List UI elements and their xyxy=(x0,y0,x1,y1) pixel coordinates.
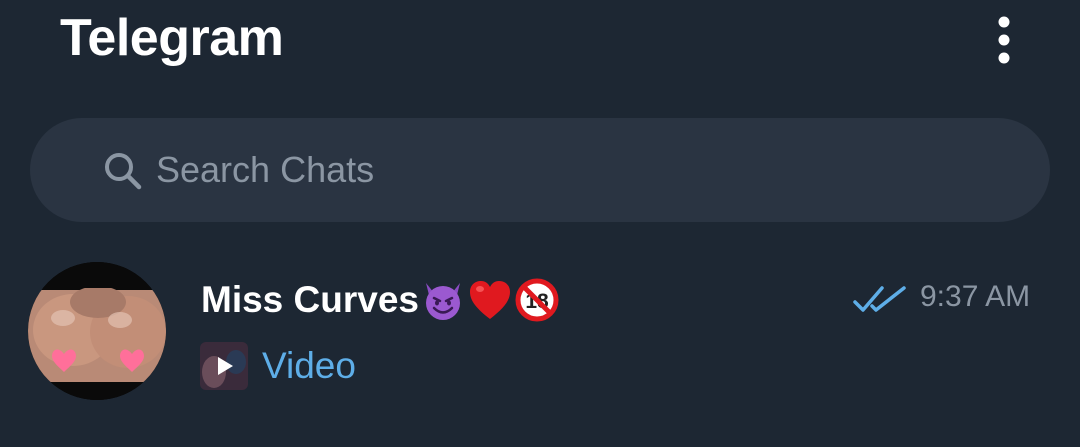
red-heart-icon xyxy=(470,281,510,319)
more-vertical-icon xyxy=(998,16,1010,64)
message-preview: Video xyxy=(200,342,356,390)
no-one-under-eighteen-icon: 18 xyxy=(515,278,559,322)
smiling-face-with-horns-icon xyxy=(426,283,460,320)
search-icon xyxy=(105,153,142,190)
preview-text: Video xyxy=(262,345,356,386)
avatar-image xyxy=(28,262,166,400)
message-time: 9:37 AM xyxy=(920,280,1031,313)
more-options-button[interactable] xyxy=(976,10,1032,70)
chat-title: Miss Curves 18 xyxy=(201,274,560,326)
search-bar[interactable] xyxy=(30,118,1050,222)
double-check-icon xyxy=(853,286,906,312)
chat-list-item[interactable]: Miss Curves 18 xyxy=(0,252,1080,412)
play-icon xyxy=(200,342,248,390)
chat-list-screen: Telegram Search Chats Miss Curves 9:37 A… xyxy=(0,0,1080,447)
app-title: Telegram xyxy=(60,9,284,67)
search-input[interactable] xyxy=(156,146,1016,194)
top-app-bar: Telegram xyxy=(0,0,1080,96)
chat-avatar[interactable] xyxy=(28,262,166,400)
video-thumbnail xyxy=(200,342,248,390)
chat-name: Miss Curves xyxy=(201,279,419,320)
